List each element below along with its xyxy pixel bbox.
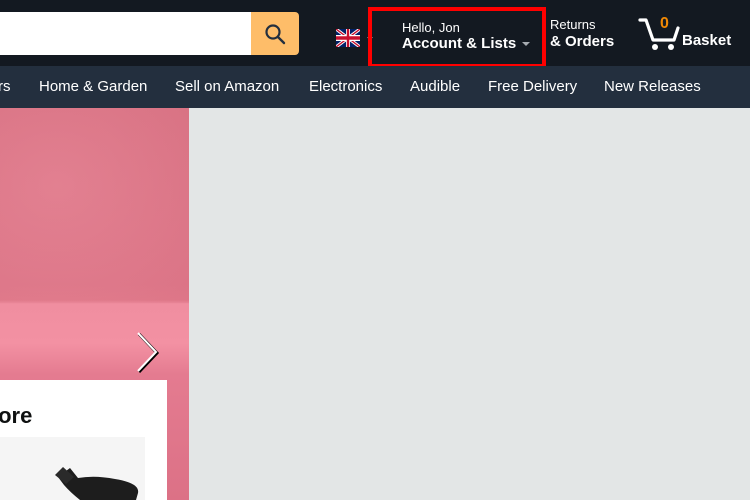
product-shoe-image bbox=[55, 467, 139, 500]
top-header: Hello, Jon Account & Lists Returns & Ord… bbox=[0, 0, 750, 68]
nav-item-partial[interactable]: rs bbox=[0, 78, 11, 95]
product-card[interactable]: lore bbox=[0, 380, 167, 500]
main-content-area bbox=[189, 108, 750, 500]
caret-down-icon bbox=[522, 42, 531, 47]
nav-item-sell-on-amazon[interactable]: Sell on Amazon bbox=[175, 78, 279, 95]
nav-item-new-releases[interactable]: New Releases bbox=[604, 78, 701, 95]
chevron-right-icon[interactable] bbox=[134, 330, 160, 374]
account-label: Account & Lists bbox=[402, 35, 531, 52]
search-icon bbox=[265, 23, 286, 44]
returns-orders-link[interactable]: Returns & Orders bbox=[550, 17, 614, 50]
returns-line1: Returns bbox=[550, 17, 596, 32]
nav-bar: rs Home & Garden Sell on Amazon Electron… bbox=[0, 66, 750, 108]
account-label-text: Account & Lists bbox=[402, 35, 517, 52]
basket-button[interactable]: 0 Basket bbox=[638, 12, 750, 56]
returns-line2: & Orders bbox=[550, 33, 615, 50]
uk-flag-icon[interactable] bbox=[336, 29, 360, 47]
search-input[interactable] bbox=[0, 12, 251, 55]
basket-count: 0 bbox=[660, 15, 669, 32]
account-and-lists-button[interactable]: Hello, Jon Account & Lists bbox=[368, 7, 546, 68]
search-button[interactable] bbox=[251, 12, 299, 55]
nav-item-audible[interactable]: Audible bbox=[410, 78, 460, 95]
card-title: lore bbox=[0, 403, 33, 428]
account-greeting: Hello, Jon bbox=[402, 20, 460, 35]
nav-item-free-delivery[interactable]: Free Delivery bbox=[488, 78, 577, 95]
card-product-image[interactable] bbox=[0, 437, 145, 500]
nav-item-home-garden[interactable]: Home & Garden bbox=[39, 78, 147, 95]
nav-item-electronics[interactable]: Electronics bbox=[309, 78, 382, 95]
hero-banner-image bbox=[0, 108, 189, 303]
basket-label: Basket bbox=[682, 32, 732, 49]
